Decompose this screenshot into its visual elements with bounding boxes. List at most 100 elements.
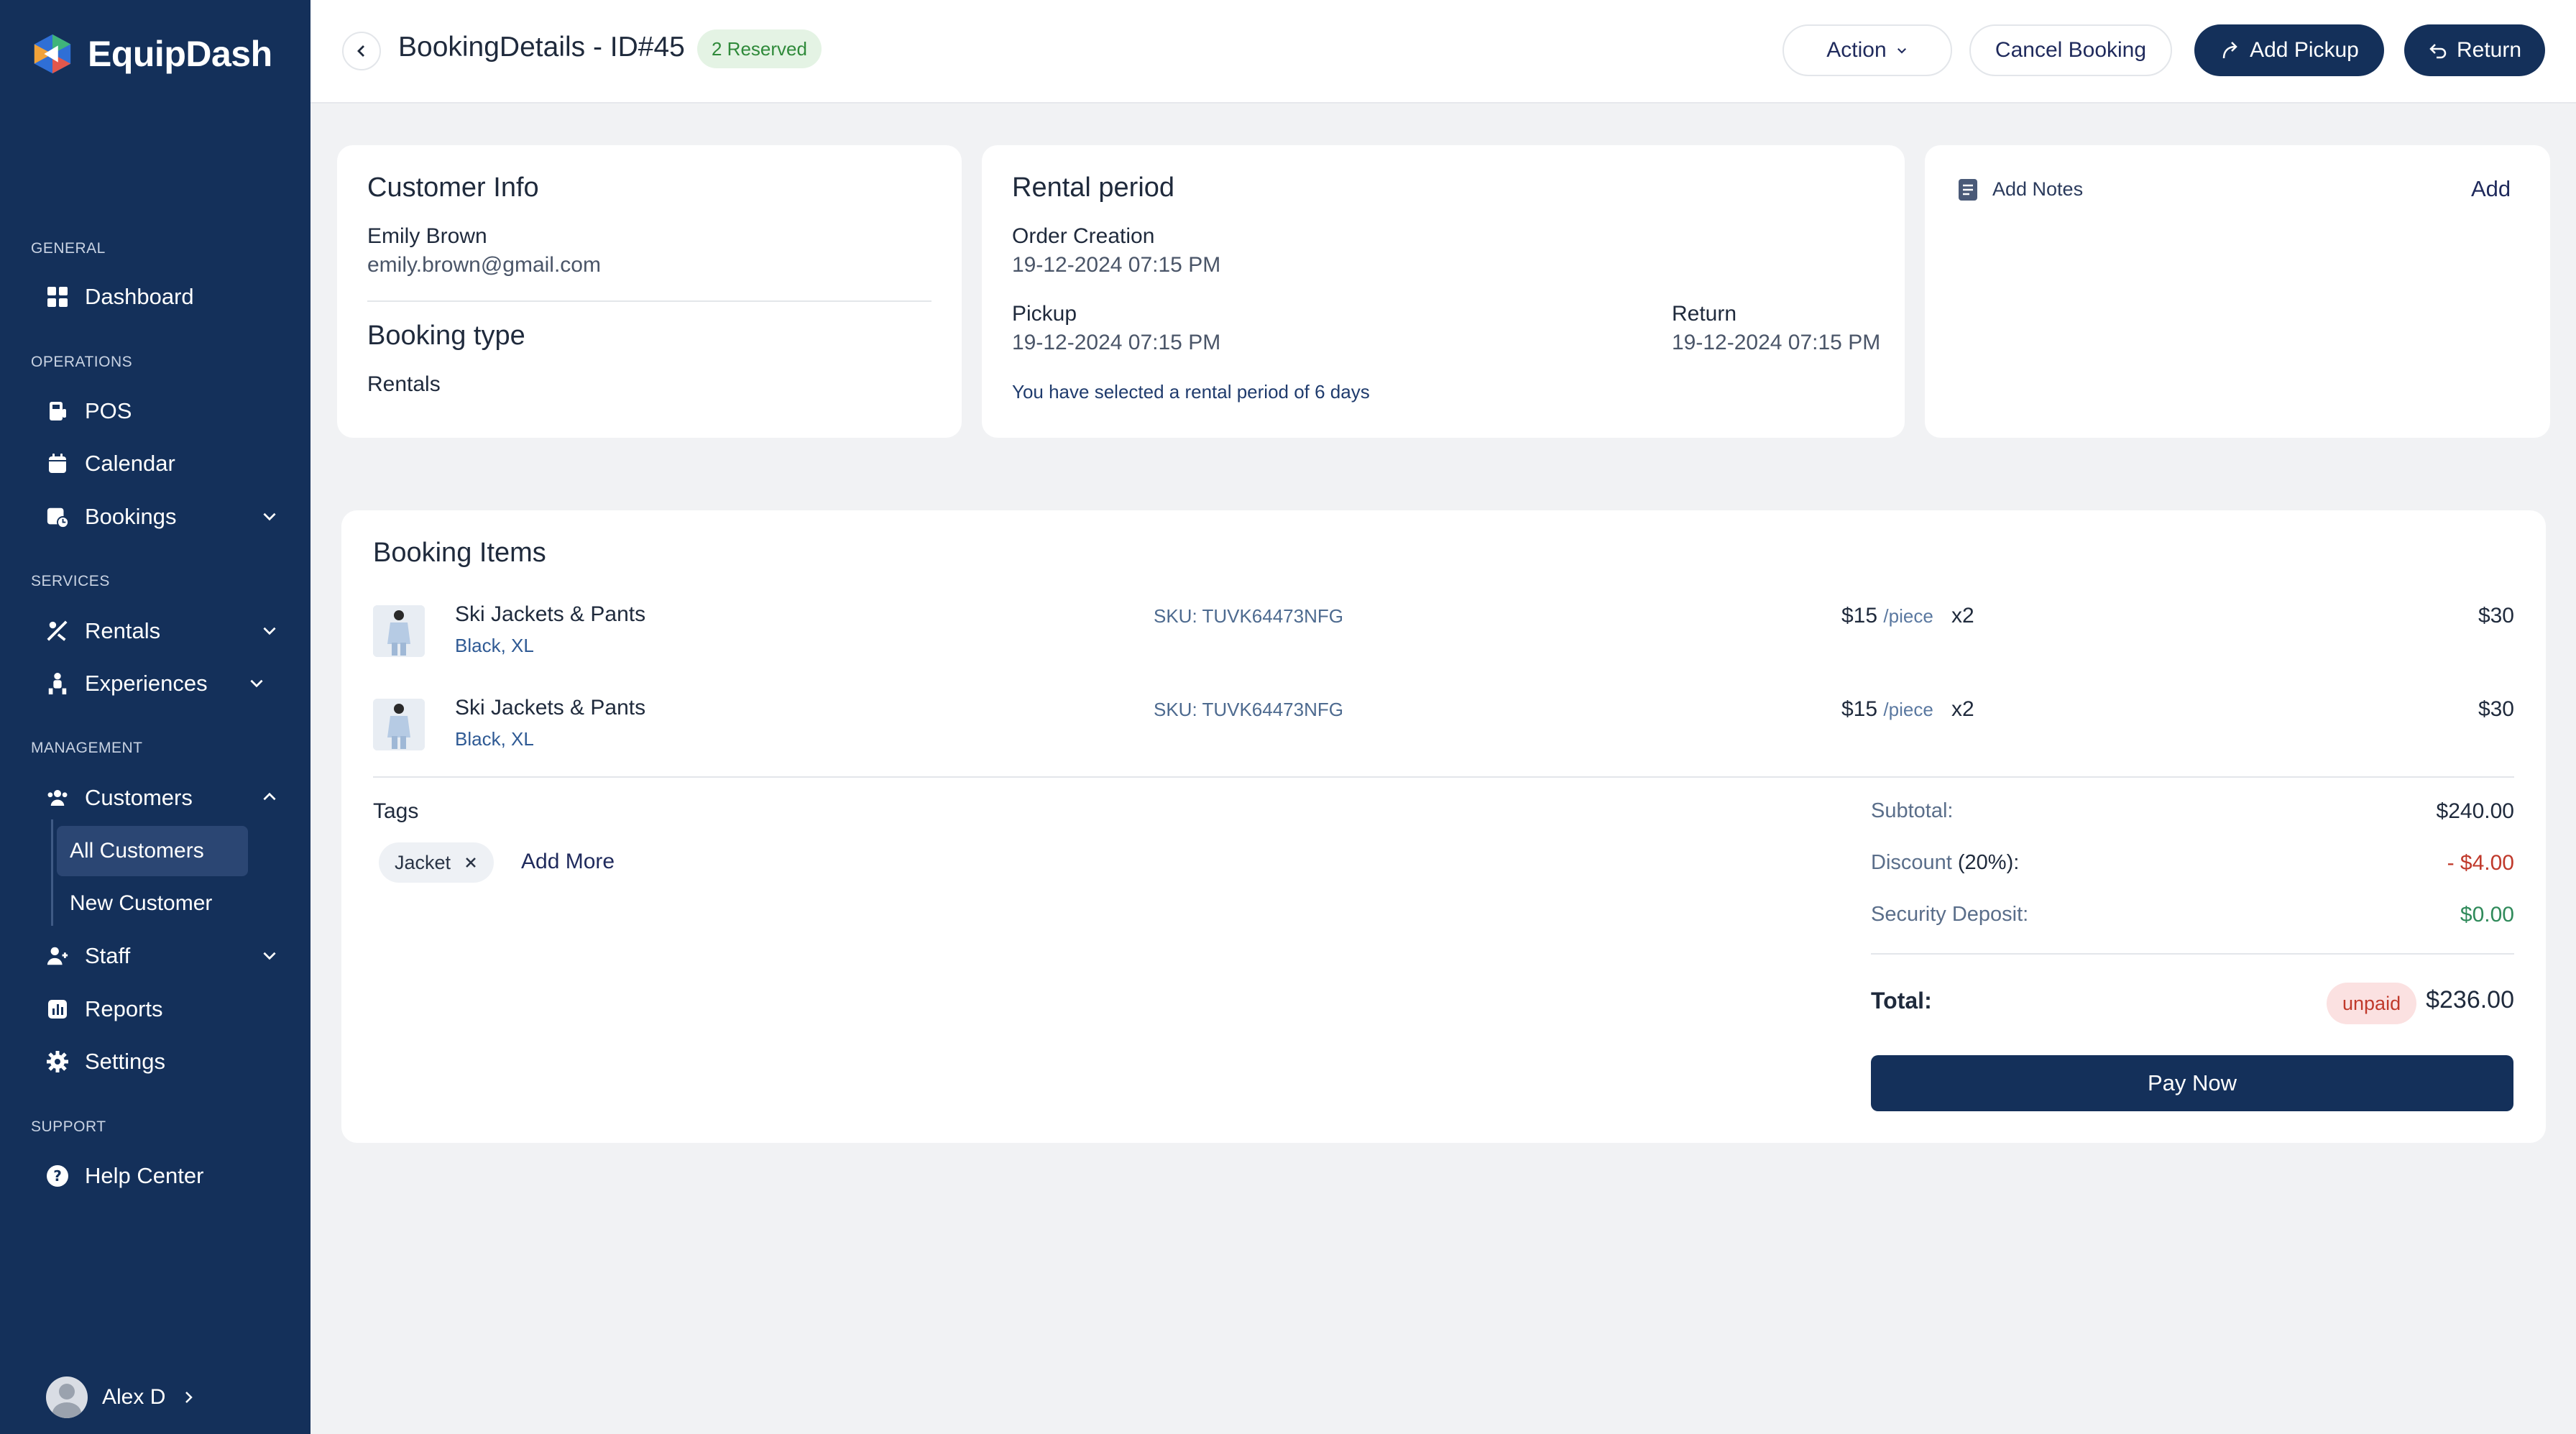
sidebar-item-settings[interactable]: Settings bbox=[46, 1042, 262, 1082]
chevron-down-icon[interactable] bbox=[247, 674, 266, 692]
item-variant: Black, XL bbox=[455, 728, 534, 750]
sidebar-item-experiences[interactable]: Experiences bbox=[46, 663, 263, 704]
customers-icon bbox=[46, 786, 69, 809]
item-sku: SKU: TUVK64473NFG bbox=[1154, 699, 1343, 720]
return-label: Return bbox=[1672, 302, 1737, 326]
item-unit-price: $15 /piece bbox=[1841, 697, 1933, 721]
user-profile-menu[interactable]: Alex D bbox=[46, 1376, 197, 1418]
item-quantity: x2 bbox=[1951, 697, 1974, 721]
item-quantity: x2 bbox=[1951, 604, 1974, 628]
return-icon bbox=[2429, 44, 2447, 59]
booking-items-title: Booking Items bbox=[373, 538, 546, 568]
sidebar-item-reports[interactable]: Reports bbox=[46, 989, 262, 1029]
page-title: BookingDetails - ID#45 bbox=[398, 32, 685, 63]
sidebar-item-pos[interactable]: POS bbox=[46, 391, 262, 431]
section-general: GENERAL bbox=[31, 240, 106, 257]
total-value: $236.00 bbox=[2426, 986, 2514, 1014]
sidebar-item-dashboard[interactable]: Dashboard bbox=[46, 277, 262, 317]
svg-text:?: ? bbox=[53, 1167, 62, 1185]
item-total: $30 bbox=[2478, 604, 2514, 628]
submenu-rail bbox=[51, 819, 53, 926]
return-label: Return bbox=[2456, 38, 2522, 62]
avatar bbox=[46, 1376, 88, 1418]
item-name: Ski Jackets & Pants bbox=[455, 602, 646, 626]
payment-status-badge: unpaid bbox=[2327, 983, 2417, 1024]
user-name: Alex D bbox=[102, 1385, 166, 1409]
divider bbox=[367, 300, 932, 302]
add-more-tags-button[interactable]: Add More bbox=[521, 850, 615, 874]
sidebar-item-calendar[interactable]: Calendar bbox=[46, 443, 262, 484]
add-pickup-button[interactable]: Add Pickup bbox=[2194, 24, 2384, 76]
return-value: 19-12-2024 07:15 PM bbox=[1672, 331, 1881, 354]
booking-items-card: Booking Items Ski Jackets & Pants Black,… bbox=[341, 510, 2546, 1143]
order-creation-value: 19-12-2024 07:15 PM bbox=[1012, 253, 1221, 277]
discount-label: Discount (20%): bbox=[1871, 851, 2020, 874]
sidebar-item-customers[interactable]: Customers bbox=[46, 778, 276, 818]
rental-period-note: You have selected a rental period of 6 d… bbox=[1012, 381, 1370, 403]
sidebar-item-label: Customers bbox=[85, 785, 193, 810]
sidebar-item-label: Experiences bbox=[85, 671, 208, 696]
chevron-up-icon[interactable] bbox=[260, 788, 279, 806]
discount-value: - $4.00 bbox=[2447, 851, 2514, 875]
tags-title: Tags bbox=[373, 799, 419, 823]
item-variant: Black, XL bbox=[455, 635, 534, 656]
tag-chip: Jacket bbox=[379, 842, 494, 883]
action-dropdown[interactable]: Action bbox=[1782, 24, 1952, 76]
app-logo[interactable]: EquipDash bbox=[30, 32, 272, 76]
sidebar-item-staff[interactable]: Staff bbox=[46, 936, 276, 976]
item-total: $30 bbox=[2478, 697, 2514, 721]
chevron-down-icon bbox=[1897, 48, 1906, 54]
sidebar-item-label: Reports bbox=[85, 996, 163, 1021]
notes-card: Add Notes Add bbox=[1925, 145, 2550, 438]
page-header: BookingDetails - ID#45 2 Reserved Action… bbox=[310, 0, 2576, 104]
security-deposit-label: Security Deposit: bbox=[1871, 903, 2029, 926]
chevron-left-icon bbox=[357, 45, 364, 57]
back-button[interactable] bbox=[342, 32, 381, 70]
equipdash-logo-icon bbox=[34, 34, 71, 74]
sidebar-item-label: Dashboard bbox=[85, 284, 194, 309]
customer-info-title: Customer Info bbox=[367, 173, 539, 203]
reports-icon bbox=[46, 998, 69, 1021]
sidebar-subitem-new-customer[interactable]: New Customer bbox=[57, 878, 248, 929]
gear-icon bbox=[46, 1050, 69, 1073]
add-notes-title: Add Notes bbox=[1992, 178, 2084, 200]
booking-type-value: Rentals bbox=[367, 372, 441, 396]
pay-now-button[interactable]: Pay Now bbox=[1871, 1055, 2513, 1111]
bookings-icon bbox=[46, 505, 69, 528]
sidebar-item-label: Calendar bbox=[85, 451, 175, 476]
total-label: Total: bbox=[1871, 988, 1932, 1014]
sidebar-item-help-center[interactable]: ? Help Center bbox=[46, 1156, 262, 1196]
customer-info-card: Customer Info Emily Brown emily.brown@gm… bbox=[337, 145, 962, 438]
pickup-label: Pickup bbox=[1012, 302, 1077, 326]
sidebar-item-label: POS bbox=[85, 398, 132, 423]
item-sku: SKU: TUVK64473NFG bbox=[1154, 605, 1343, 627]
add-note-button[interactable]: Add bbox=[2471, 176, 2511, 202]
chevron-down-icon[interactable] bbox=[260, 946, 279, 965]
pos-icon bbox=[46, 400, 69, 423]
calendar-icon bbox=[46, 452, 69, 475]
divider bbox=[1871, 953, 2514, 955]
chevron-down-icon[interactable] bbox=[260, 507, 279, 525]
sidebar-item-rentals[interactable]: Rentals bbox=[46, 611, 276, 651]
sidebar: EquipDash GENERAL Dashboard OPERATIONS P… bbox=[0, 0, 310, 1434]
sidebar-subitem-all-customers[interactable]: All Customers bbox=[57, 826, 248, 876]
cancel-booking-button[interactable]: Cancel Booking bbox=[1969, 24, 2172, 76]
staff-icon bbox=[46, 944, 69, 968]
chevron-down-icon[interactable] bbox=[260, 621, 279, 640]
status-badge: 2 Reserved bbox=[697, 29, 822, 68]
close-icon[interactable] bbox=[464, 855, 478, 870]
sidebar-item-bookings[interactable]: Bookings bbox=[46, 497, 276, 537]
dashboard-icon bbox=[46, 285, 69, 308]
order-creation-label: Order Creation bbox=[1012, 224, 1155, 248]
sidebar-item-label: Settings bbox=[85, 1049, 166, 1074]
return-button[interactable]: Return bbox=[2404, 24, 2545, 76]
tag-label: Jacket bbox=[395, 851, 451, 873]
customer-email[interactable]: emily.brown@gmail.com bbox=[367, 253, 601, 277]
chevron-right-icon bbox=[185, 1392, 193, 1403]
subtotal-value: $240.00 bbox=[2436, 799, 2514, 823]
booking-type-title: Booking type bbox=[367, 321, 525, 351]
section-operations: OPERATIONS bbox=[31, 354, 133, 370]
item-name: Ski Jackets & Pants bbox=[455, 696, 646, 720]
notes-icon bbox=[1959, 179, 1977, 201]
section-management: MANAGEMENT bbox=[31, 740, 143, 756]
